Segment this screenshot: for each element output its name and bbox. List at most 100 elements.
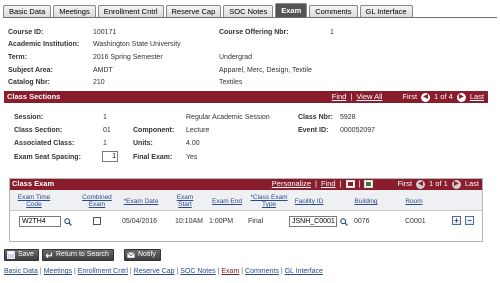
separator: |	[176, 268, 179, 275]
exam-time-code-lookup-icon[interactable]	[64, 218, 72, 226]
class-sections-title: Class Sections	[7, 92, 61, 101]
class-sections-view-all-link[interactable]: View All	[356, 91, 382, 103]
institution-label: Academic Institution:	[8, 41, 80, 48]
col-exam-end[interactable]: Exam End	[209, 198, 245, 205]
class-section-value: 01	[103, 127, 111, 134]
delete-row-button[interactable]: −	[465, 216, 474, 225]
class-nbr-value: 5928	[340, 114, 356, 121]
col-exam-time-code-label: Exam Time Code	[17, 194, 51, 208]
notify-icon	[127, 252, 135, 258]
class-sections-nav: Find | View All First ◀ 1 of 4 ▶ Last	[332, 91, 484, 103]
notify-button-label: Notify	[138, 251, 156, 258]
col-combined-exam[interactable]: Combined Exam	[78, 194, 116, 208]
exam-date-value: 05/04/2016	[122, 218, 158, 225]
class-sections-position: 1 of 4	[434, 92, 453, 101]
separator: |	[241, 268, 244, 275]
footer-link-exam[interactable]: Exam	[221, 268, 239, 275]
footer-link-soc-notes[interactable]: SOC Notes	[180, 268, 215, 275]
facility-id-input[interactable]: JSNH_C0001	[289, 216, 337, 227]
term-value: 2016 Spring Semester	[93, 54, 163, 61]
exam-seat-spacing-label: Exam Seat Spacing:	[14, 154, 81, 161]
units-label: Units:	[133, 140, 153, 147]
component-label: Component:	[133, 127, 175, 134]
col-combined-exam-label: Combined Exam	[82, 194, 112, 208]
class-sections-last-link[interactable]: Last	[470, 91, 484, 103]
associated-class-value: 1	[103, 140, 107, 147]
class-sections-header: Class Sections Find | View All First ◀ 1…	[4, 91, 488, 103]
save-button-label: Save	[18, 251, 34, 258]
catalog-nbr-label: Catalog Nbr:	[8, 79, 50, 86]
separator: |	[217, 268, 220, 275]
footer-links: Basic Data | Meetings | Enrollment Cntrl…	[4, 268, 323, 275]
tab-bar: Basic Data Meetings Enrollment Cntrl Res…	[3, 3, 415, 18]
col-exam-date[interactable]: *Exam Date	[120, 198, 162, 205]
session-label: Session:	[14, 114, 44, 121]
footer-link-comments[interactable]: Comments	[245, 268, 279, 275]
next-arrow-icon[interactable]: ▶	[456, 92, 466, 102]
col-facility-id-label: Facility ID	[294, 198, 324, 205]
class-sections-first-label: First	[402, 92, 418, 101]
col-facility-id[interactable]: Facility ID	[287, 198, 331, 205]
return-to-search-label: Return to Search	[56, 251, 109, 258]
session-description: Regular Academic Session	[186, 114, 270, 121]
notify-button[interactable]: Notify	[124, 249, 161, 261]
course-id-label: Course ID:	[8, 29, 44, 36]
term-label: Term:	[8, 54, 27, 61]
exam-seat-spacing-input[interactable]: 1	[102, 151, 118, 162]
save-button[interactable]: Save	[4, 249, 39, 261]
course-offering-value: 1	[330, 29, 334, 36]
class-exam-type-value: Final	[248, 218, 264, 225]
exam-end-value: 1:00PM	[209, 218, 234, 225]
col-exam-end-label: Exam End	[212, 198, 242, 205]
facility-id-lookup-icon[interactable]	[340, 218, 348, 226]
institution-value: Washington State University	[93, 41, 181, 48]
final-exam-value: Yes	[186, 154, 198, 161]
col-exam-time-code[interactable]: Exam Time Code	[14, 194, 54, 208]
class-sections-find-link[interactable]: Find	[332, 91, 347, 103]
footer-link-meetings[interactable]: Meetings	[44, 268, 72, 275]
return-to-search-button[interactable]: Return to Search	[42, 249, 114, 261]
component-value: Lecture	[186, 127, 210, 134]
exam-time-code-input[interactable]: W2TH4	[19, 216, 61, 227]
course-offering-label: Course Offering Nbr:	[219, 29, 289, 36]
save-icon	[7, 251, 15, 259]
col-room-label: Room	[405, 198, 423, 205]
footer-link-basic-data[interactable]: Basic Data	[4, 268, 38, 275]
subject-area-description: Apparel, Merc, Design, Textile	[219, 67, 312, 74]
subject-area-value: AMDT	[93, 67, 113, 74]
footer-link-gl-interface[interactable]: GL Interface	[285, 268, 323, 275]
tab-exam[interactable]: Exam	[275, 3, 308, 18]
col-exam-start[interactable]: Exam Start	[173, 194, 197, 208]
col-class-exam-type[interactable]: *Class Exam Type	[247, 194, 291, 208]
add-row-button[interactable]: +	[452, 216, 461, 225]
building-value: 0076	[354, 218, 370, 225]
class-section-label: Class Section:	[14, 127, 63, 134]
separator: |	[129, 268, 132, 275]
associated-class-label: Associated Class:	[14, 140, 75, 147]
col-exam-date-label: *Exam Date	[123, 198, 159, 205]
class-nbr-label: Class Nbr:	[298, 114, 334, 121]
separator: |	[350, 92, 353, 101]
tab-divider	[3, 17, 497, 18]
exam-start-value: 10:10AM	[175, 218, 204, 225]
previous-arrow-icon[interactable]: ◀	[421, 92, 431, 102]
final-exam-label: Final Exam:	[133, 154, 173, 161]
career-value: Undergrad	[219, 54, 253, 61]
col-class-exam-type-label: *Class Exam Type	[250, 194, 288, 208]
separator: |	[39, 268, 42, 275]
return-arrow-icon	[45, 252, 52, 259]
course-id-value: 100171	[93, 29, 117, 36]
room-value: C0001	[405, 218, 426, 225]
event-id-label: Event ID:	[298, 127, 329, 134]
subject-area-label: Subject Area:	[8, 67, 53, 74]
combined-exam-checkbox[interactable]	[93, 217, 101, 225]
separator: |	[73, 268, 76, 275]
col-room[interactable]: Room	[399, 198, 429, 205]
catalog-nbr-value: 210	[93, 79, 105, 86]
footer-link-enrollment-cntrl[interactable]: Enrollment Cntrl	[78, 268, 128, 275]
col-building[interactable]: Building	[349, 198, 383, 205]
catalog-description: Textiles	[219, 79, 243, 86]
col-exam-start-label: Exam Start	[176, 194, 194, 208]
units-value: 4.00	[186, 140, 200, 147]
footer-link-reserve-cap[interactable]: Reserve Cap	[134, 268, 175, 275]
